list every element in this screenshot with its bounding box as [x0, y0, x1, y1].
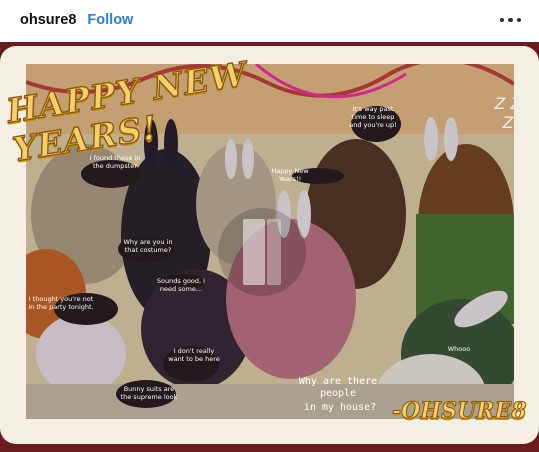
speech-bubble-2: Why are you in that costume? — [123, 238, 173, 254]
post-header: ohsure8 Follow — [0, 0, 539, 40]
speech-bubble-3: I thought you're not in the party tonigh… — [28, 295, 94, 311]
username-link[interactable]: ohsure8 — [20, 12, 76, 28]
dot — [508, 17, 513, 23]
speech-bubble-4: Sounds good, I need some... — [156, 277, 206, 293]
sleep-zzz: Z Z Z — [494, 94, 522, 133]
play-icon[interactable] — [217, 207, 307, 297]
speech-bubble-5: I don't really want to be here — [168, 347, 220, 363]
speech-bubble-1: I found these in the dumpster — [89, 154, 141, 170]
more-options-icon[interactable] — [496, 14, 526, 27]
dot — [516, 17, 521, 23]
post-media[interactable]: I found these in the dumpster Why are yo… — [0, 42, 539, 452]
follow-button[interactable]: Follow — [87, 12, 133, 28]
artist-signature: -OHSURE8 — [392, 398, 528, 425]
speech-bubble-8: Happy New Years!! — [271, 167, 309, 183]
speech-bubble-9: Whooo — [447, 345, 471, 353]
caption-line-1: Why are there people — [298, 376, 378, 399]
dot — [499, 17, 504, 23]
speech-bubble-6: Bunny suits are the supreme look — [120, 385, 178, 401]
caption-line-2: in my house? — [303, 402, 377, 413]
